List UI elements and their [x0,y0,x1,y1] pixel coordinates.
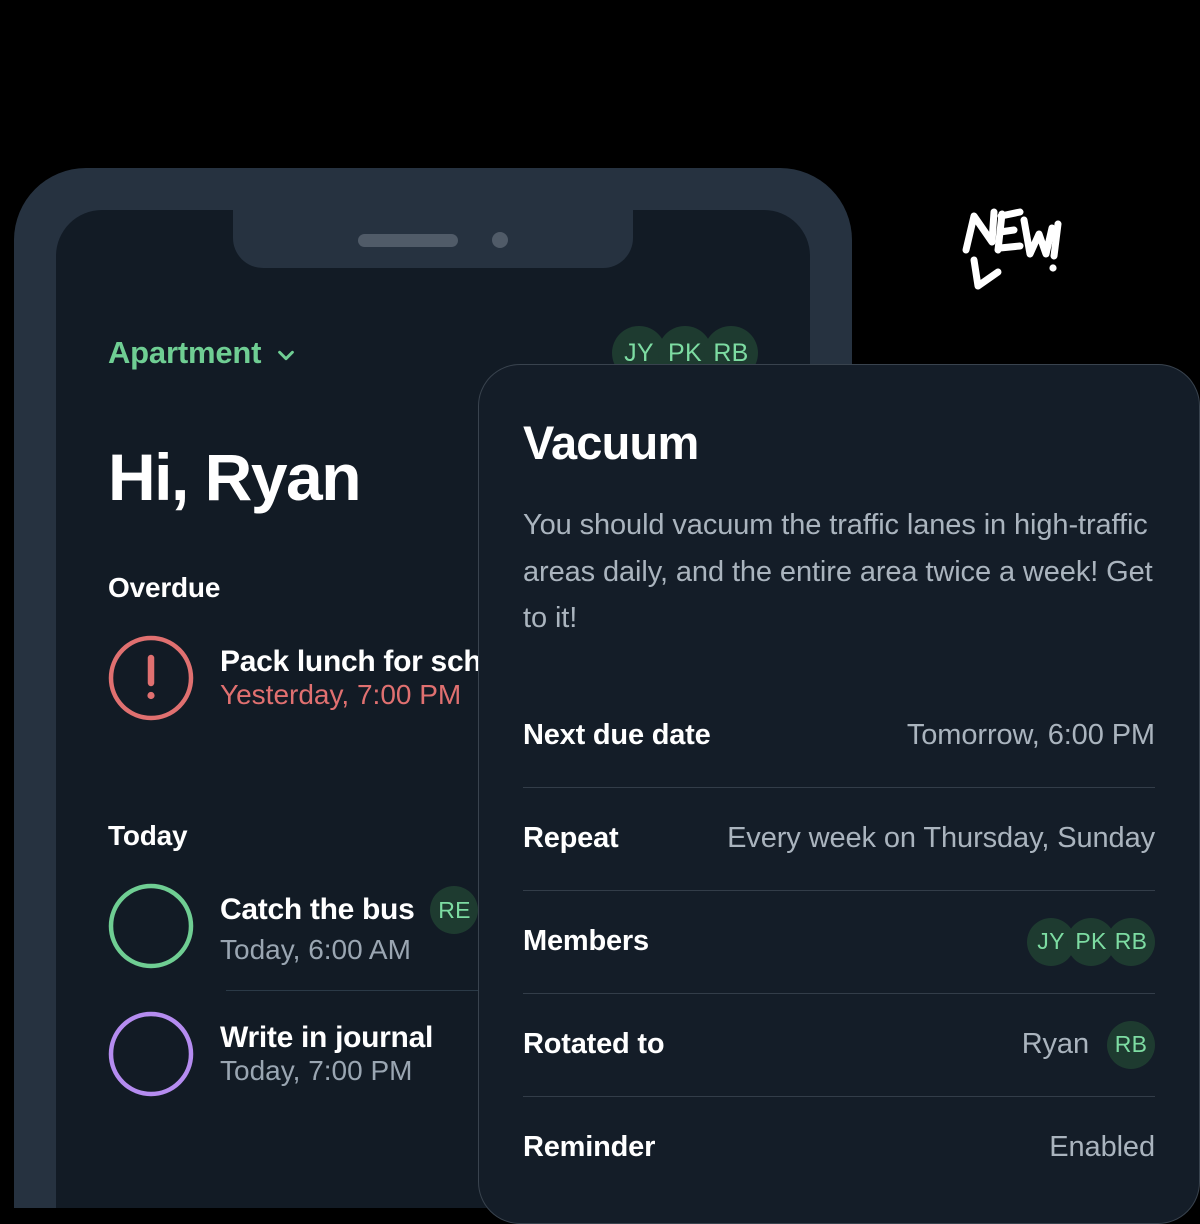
task-due-date: Yesterday, 7:00 PM [220,679,462,710]
task-title-line: Catch the bus RE [220,886,479,934]
detail-value: Ryan [1021,1028,1089,1061]
chevron-down-icon [275,344,297,366]
card-title: Vacuum [523,416,699,469]
detail-label: Rotated to [523,1028,665,1061]
circle-checkbox-icon[interactable] [108,1011,194,1097]
workspace-switcher[interactable]: Apartment [108,335,297,371]
member-avatars[interactable]: JY PK RB [1027,917,1155,966]
detail-value: Every week on Thursday, Sunday [727,822,1155,855]
task-title-line: Write in journal [220,1021,433,1055]
earpiece-speaker [358,233,458,247]
task-due-date: Today, 7:00 PM [220,1055,413,1086]
avatar[interactable]: RE [430,886,479,934]
avatar[interactable]: RB [1107,1020,1155,1069]
workspace-name: Apartment [108,335,262,370]
new-annotation: NEW! [944,198,1074,313]
circle-checkbox-icon[interactable] [108,883,194,969]
detail-row-next-due-date[interactable]: Next due date Tomorrow, 6:00 PM [523,684,1155,787]
task-body: Catch the bus RE Today, 6:00 AM [220,886,479,966]
task-title: Write in journal [220,1021,433,1054]
task-body: Write in journal Today, 7:00 PM [220,1021,433,1087]
phone-notch [233,210,633,268]
detail-label: Members [523,925,649,958]
detail-label: Repeat [523,822,619,855]
detail-value-group: Ryan RB [1021,1020,1155,1069]
task-title: Catch the bus [220,893,415,926]
avatar[interactable]: RB [1107,917,1155,966]
alert-circle-icon[interactable] [108,635,194,721]
detail-row-rotated-to[interactable]: Rotated to Ryan RB [523,993,1155,1096]
detail-label: Reminder [523,1131,656,1164]
detail-value: Tomorrow, 6:00 PM [906,719,1155,752]
task-detail-card: Vacuum You should vacuum the traffic lan… [478,364,1200,1224]
detail-label: Next due date [523,719,711,752]
front-camera-icon [492,232,508,248]
card-description: You should vacuum the traffic lanes in h… [523,509,1153,635]
detail-row-repeat[interactable]: Repeat Every week on Thursday, Sunday [523,787,1155,890]
detail-row-reminder[interactable]: Reminder Enabled [523,1096,1155,1199]
detail-row-members[interactable]: Members JY PK RB [523,890,1155,993]
detail-rows: Next due date Tomorrow, 6:00 PM Repeat E… [523,684,1155,1199]
detail-value: Enabled [1049,1131,1155,1164]
task-due-date: Today, 6:00 AM [220,934,411,965]
